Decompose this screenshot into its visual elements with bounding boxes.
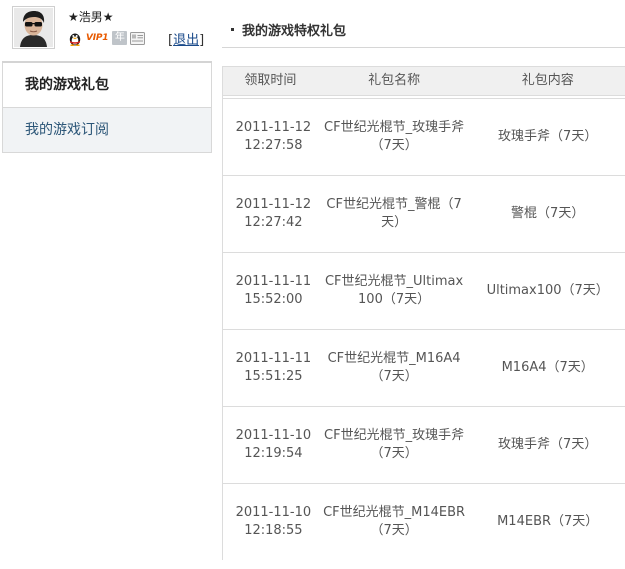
page-title: 我的游戏特权礼包 (242, 24, 347, 39)
nav-item-game-gift-packs[interactable]: 我的游戏礼包 (2, 63, 212, 108)
gift-pack-table: 领取时间 礼包名称 礼包内容 2011-11-12 12:27:58 CF世纪光棍… (222, 66, 625, 560)
table-row: 2011-11-12 12:27:42 CF世纪光棍节_警棍（7天） 警棍（7天） (223, 175, 625, 252)
avatar-image (14, 8, 53, 47)
vip-level-badge[interactable]: VIP1 (85, 33, 109, 44)
user-badges: VIP1 年 (68, 30, 146, 46)
pack-name-cell: CF世纪光棍节_玫瑰手斧（7天） (324, 120, 465, 153)
avatar[interactable] (12, 6, 55, 49)
table-row: 2011-11-11 15:51:25 CF世纪光棍节_M16A4（7天） M16… (223, 329, 625, 406)
pack-content-cell: 警棍（7天） (511, 206, 585, 221)
bullet-icon (231, 28, 234, 31)
table-header: 领取时间 礼包名称 礼包内容 (223, 66, 625, 96)
claim-time: 15:52:00 (244, 292, 303, 307)
claim-time: 12:18:55 (244, 523, 303, 538)
main-content: 我的游戏特权礼包 领取时间 礼包名称 礼包内容 2011-11-12 12:27:… (222, 0, 625, 569)
pack-content-cell: M16A4（7天） (501, 360, 594, 375)
claim-time-cell: 2011-11-11 15:51:25 (223, 350, 318, 386)
side-nav: 我的游戏礼包 我的游戏订阅 (2, 61, 212, 153)
user-profile: ★浩男★ VIP1 年 [退出] (12, 6, 212, 56)
claim-date: 2011-11-12 (235, 120, 312, 135)
claim-time-cell: 2011-11-10 12:19:54 (223, 427, 318, 463)
pack-name-cell: CF世纪光棍节_Ultimax100（7天） (324, 274, 464, 307)
pack-name-cell: CF世纪光棍节_M14EBR（7天） (323, 505, 466, 538)
claim-date: 2011-11-11 (235, 351, 312, 366)
pack-name-cell: CF世纪光棍节_玫瑰手斧（7天） (324, 428, 465, 461)
claim-time: 12:27:42 (244, 215, 303, 230)
column-header-claim-time: 领取时间 (244, 73, 297, 88)
claim-date: 2011-11-10 (235, 505, 312, 520)
table-row: 2011-11-11 15:52:00 CF世纪光棍节_Ultimax100（7天… (223, 252, 625, 329)
table-row: 2011-11-10 12:19:54 CF世纪光棍节_玫瑰手斧（7天） 玫瑰手斧… (223, 406, 625, 483)
claim-time: 15:51:25 (244, 369, 303, 384)
logout-link[interactable]: 退出 (173, 33, 199, 48)
user-nickname: ★浩男★ (68, 10, 114, 24)
claim-time-cell: 2011-11-11 15:52:00 (223, 273, 318, 309)
claim-date: 2011-11-12 (235, 197, 312, 212)
table-row: 2011-11-10 12:18:55 CF世纪光棍节_M14EBR（7天） M1… (223, 483, 625, 560)
pack-name-cell: CF世纪光棍节_警棍（7天） (326, 197, 462, 230)
pack-content-cell: 玫瑰手斧（7天） (498, 129, 598, 144)
year-member-badge[interactable]: 年 (112, 31, 128, 45)
claim-date: 2011-11-10 (235, 428, 312, 443)
pack-content-cell: Ultimax100（7天） (486, 283, 609, 298)
claim-time-cell: 2011-11-12 12:27:42 (223, 196, 318, 232)
claim-time-cell: 2011-11-10 12:18:55 (223, 504, 318, 540)
logout-bracket-right: ] (199, 33, 205, 48)
section-header: 我的游戏特权礼包 (222, 8, 625, 48)
pack-name-cell: CF世纪光棍节_M16A4（7天） (327, 351, 461, 384)
qq-penguin-icon[interactable] (68, 31, 82, 46)
logout-wrapper: [退出] (168, 29, 204, 48)
card-icon[interactable] (130, 31, 146, 45)
claim-time-cell: 2011-11-12 12:27:58 (223, 119, 318, 155)
column-header-pack-name: 礼包名称 (368, 73, 421, 88)
claim-time: 12:27:58 (244, 138, 303, 153)
nav-item-game-subscriptions[interactable]: 我的游戏订阅 (2, 108, 212, 153)
table-row: 2011-11-12 12:27:58 CF世纪光棍节_玫瑰手斧（7天） 玫瑰手斧… (223, 98, 625, 175)
pack-content-cell: 玫瑰手斧（7天） (498, 437, 598, 452)
column-header-pack-content: 礼包内容 (521, 73, 574, 88)
claim-date: 2011-11-11 (235, 274, 312, 289)
pack-content-cell: M14EBR（7天） (497, 514, 599, 529)
claim-time: 12:19:54 (244, 446, 303, 461)
